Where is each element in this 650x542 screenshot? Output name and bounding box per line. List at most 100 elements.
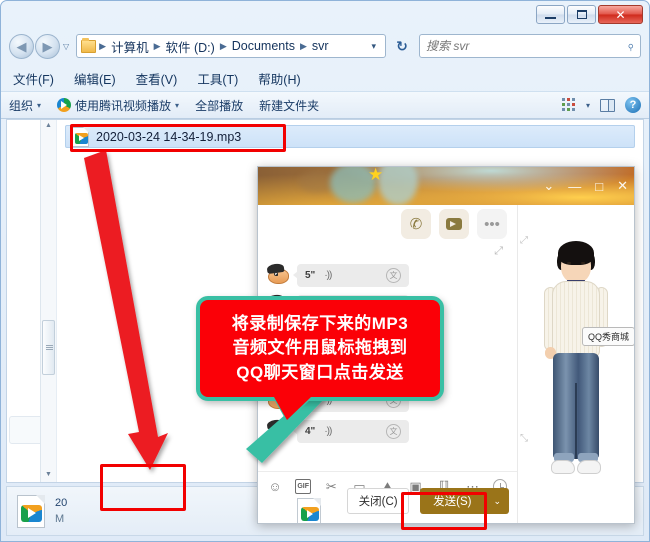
refresh-button[interactable]: ↻ bbox=[390, 34, 414, 58]
scrollbar-thumb[interactable] bbox=[42, 320, 55, 375]
qq-side-pane: ⤢ ⤡ QQ秀商城 bbox=[518, 205, 634, 523]
explorer-window-controls: ✕ bbox=[536, 5, 643, 24]
chevron-down-icon: ▾ bbox=[175, 100, 180, 110]
play-all-label: 全部播放 bbox=[195, 98, 244, 113]
address-bar[interactable]: ▶ 计算机 ▶ 软件 (D:) ▶ Documents ▶ svr ▾ bbox=[76, 34, 386, 58]
status-line-1: 20 bbox=[55, 496, 68, 509]
close-chat-button[interactable]: 关闭(C) bbox=[347, 488, 410, 514]
menu-view[interactable]: 查看(V) bbox=[136, 69, 178, 88]
breadcrumb-item-svr[interactable]: svr bbox=[308, 38, 333, 54]
mp3-file-icon bbox=[72, 126, 89, 147]
tencent-video-icon bbox=[57, 98, 72, 112]
chevron-down-icon[interactable]: ▾ bbox=[586, 101, 590, 110]
qq-show-avatar[interactable]: QQ秀商城 bbox=[534, 231, 634, 499]
voice-message-bubble[interactable]: 4" ·)) 文 bbox=[293, 420, 409, 443]
chevron-down-icon: ▾ bbox=[37, 100, 42, 110]
callout-tail bbox=[274, 397, 311, 420]
qq-input-toolbar: ☺ GIF ✂ ▭ ⛰ ▣ 〚〛 ⋯ 2020-03-24 1... 关闭(C) bbox=[258, 471, 517, 523]
status-file-info: 20 M bbox=[55, 495, 67, 528]
new-folder-label: 新建文件夹 bbox=[259, 98, 320, 113]
forward-button[interactable]: ▶ bbox=[35, 33, 60, 59]
emoji-icon[interactable]: ☺ bbox=[267, 479, 283, 494]
preview-pane-icon[interactable] bbox=[600, 98, 615, 112]
command-bar-right-group: ▾ ? bbox=[561, 97, 641, 113]
file-list-item[interactable]: 2020-03-24 14-34-19.mp3 bbox=[65, 125, 635, 148]
attached-file[interactable]: 2020-03-24 1... bbox=[270, 496, 348, 523]
send-button-label: 发送(S) bbox=[433, 496, 472, 508]
play-with-label: 使用腾讯视频播放 bbox=[75, 98, 172, 113]
mp3-file-icon bbox=[17, 494, 45, 528]
menu-edit[interactable]: 编辑(E) bbox=[74, 69, 116, 88]
qq-collapse-icon[interactable]: ⌄ bbox=[543, 178, 554, 194]
nav-pane-scrollbar[interactable]: ▲ ▼ bbox=[40, 120, 56, 482]
qq-close-button[interactable]: ✕ bbox=[617, 178, 628, 194]
explorer-address-row: ◀ ▶ ▽ ▶ 计算机 ▶ 软件 (D:) ▶ Documents ▶ svr … bbox=[1, 27, 649, 65]
help-icon[interactable]: ? bbox=[625, 97, 641, 113]
explorer-menubar: 文件(F) 编辑(E) 查看(V) 工具(T) 帮助(H) bbox=[1, 65, 649, 91]
collapse-panel-icon[interactable]: ⤢ bbox=[520, 235, 528, 246]
more-actions-icon[interactable]: ••• bbox=[477, 209, 507, 239]
qq-maximize-button[interactable]: □ bbox=[595, 179, 603, 194]
screenshot-scissors-icon[interactable]: ✂ bbox=[323, 479, 339, 494]
voice-duration: 4" bbox=[305, 426, 316, 437]
collapse-panel-icon[interactable]: ⤡ bbox=[520, 433, 528, 444]
send-button[interactable]: 发送(S) ⌄ bbox=[420, 488, 509, 514]
menu-help[interactable]: 帮助(H) bbox=[258, 69, 300, 88]
speech-to-text-icon[interactable]: 文 bbox=[386, 424, 401, 439]
avatar[interactable] bbox=[266, 418, 291, 444]
voice-call-icon[interactable]: ✆ bbox=[401, 209, 431, 239]
address-dropdown-icon[interactable]: ▾ bbox=[366, 41, 381, 52]
collapse-panel-icon[interactable]: ⤢ bbox=[494, 245, 503, 258]
qq-show-store-label[interactable]: QQ秀商城 bbox=[582, 327, 634, 346]
message-row: 4" ·)) 文 bbox=[258, 418, 517, 444]
maximize-button[interactable] bbox=[567, 5, 596, 24]
qq-window-controls: ⌄ — □ ✕ bbox=[543, 167, 628, 205]
instruction-callout: 将录制保存下来的MP3 音频文件用鼠标拖拽到 QQ聊天窗口点击发送 bbox=[196, 296, 444, 420]
send-options-caret-icon[interactable]: ⌄ bbox=[485, 496, 509, 507]
breadcrumb-sep-icon: ▶ bbox=[219, 40, 227, 51]
callout-line-1: 将录制保存下来的MP3 bbox=[231, 313, 409, 333]
minimize-button[interactable] bbox=[536, 5, 565, 24]
qq-action-buttons: ✆ ••• bbox=[401, 209, 507, 239]
menu-tools[interactable]: 工具(T) bbox=[197, 69, 238, 88]
folder-icon bbox=[81, 37, 97, 53]
organize-button[interactable]: 组织 ▾ bbox=[9, 97, 41, 114]
play-all-button[interactable]: 全部播放 bbox=[195, 97, 243, 114]
gif-icon[interactable]: GIF bbox=[295, 479, 312, 494]
breadcrumb-sep-icon: ▶ bbox=[299, 40, 307, 51]
navigation-buttons: ◀ ▶ ▽ bbox=[9, 33, 69, 59]
callout-line-3: QQ聊天窗口点击发送 bbox=[236, 362, 404, 382]
breadcrumb-item-documents[interactable]: Documents bbox=[228, 38, 299, 54]
breadcrumb-sep-icon: ▶ bbox=[99, 40, 107, 51]
close-button[interactable]: ✕ bbox=[598, 5, 643, 24]
qq-titlebar: ★ ⌄ — □ ✕ bbox=[258, 167, 634, 205]
explorer-titlebar: ✕ bbox=[1, 1, 649, 27]
recent-pages-caret-icon[interactable]: ▽ bbox=[63, 42, 69, 51]
voice-duration: 5" bbox=[305, 270, 316, 281]
back-button[interactable]: ◀ bbox=[9, 33, 34, 59]
voice-message-bubble[interactable]: 5" ·)) 文 bbox=[293, 264, 409, 287]
breadcrumb-item-computer[interactable]: 计算机 bbox=[107, 36, 153, 57]
explorer-navigation-pane: ▲ ▼ bbox=[7, 120, 57, 482]
qq-minimize-button[interactable]: — bbox=[568, 179, 581, 194]
scroll-up-icon[interactable]: ▲ bbox=[45, 120, 52, 131]
menu-file[interactable]: 文件(F) bbox=[13, 69, 54, 88]
file-name: 2020-03-24 14-34-19.mp3 bbox=[96, 129, 242, 144]
breadcrumb-sep-icon: ▶ bbox=[153, 40, 161, 51]
scroll-down-icon[interactable]: ▼ bbox=[45, 469, 52, 480]
sound-wave-icon: ·)) bbox=[324, 426, 332, 437]
avatar[interactable] bbox=[266, 262, 291, 288]
breadcrumb-item-drive[interactable]: 软件 (D:) bbox=[162, 36, 219, 57]
sound-wave-icon: ·)) bbox=[324, 270, 332, 281]
video-call-icon[interactable] bbox=[439, 209, 469, 239]
explorer-command-bar: 组织 ▾ 使用腾讯视频播放 ▾ 全部播放 新建文件夹 ▾ ? bbox=[1, 91, 649, 119]
message-row: 5" ·)) 文 bbox=[258, 262, 517, 288]
qq-action-bar: 关闭(C) 发送(S) ⌄ bbox=[347, 488, 509, 514]
new-folder-button[interactable]: 新建文件夹 bbox=[259, 97, 319, 114]
play-with-tencent-button[interactable]: 使用腾讯视频播放 ▾ bbox=[57, 97, 179, 114]
speech-to-text-icon[interactable]: 文 bbox=[386, 268, 401, 283]
callout-line-2: 音频文件用鼠标拖拽到 bbox=[232, 338, 408, 358]
search-input[interactable] bbox=[426, 39, 627, 53]
search-box[interactable]: ⌕ bbox=[419, 34, 641, 58]
change-view-icon[interactable] bbox=[561, 98, 576, 112]
